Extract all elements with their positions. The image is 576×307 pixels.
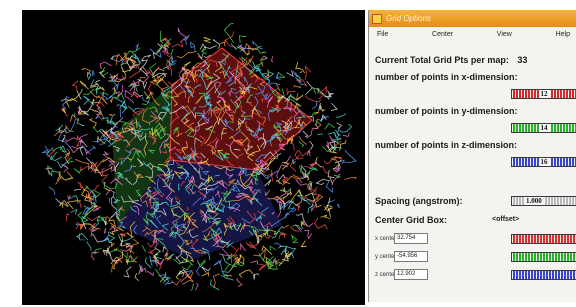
spacing-thumbwheel[interactable]: 1.000 <box>511 196 576 206</box>
menu-view[interactable]: View <box>497 31 512 43</box>
grid-options-window: Grid Options File Center View Help Curre… <box>368 10 576 302</box>
x-dimension-thumbwheel[interactable]: 12 <box>511 89 576 99</box>
y-center-thumbwheel[interactable] <box>511 252 576 262</box>
z-dimension-label: number of points in z-dimension: <box>375 140 517 150</box>
z-dimension-thumbwheel[interactable]: 16 <box>511 157 576 167</box>
window-title: Grid Options <box>386 14 431 23</box>
menubar: File Center View Help <box>369 27 576 43</box>
x-center-input[interactable]: 32.754 <box>394 233 428 244</box>
x-dimension-label: number of points in x-dimension: <box>375 72 518 82</box>
menu-center[interactable]: Center <box>432 31 453 43</box>
offset-label: <offset> <box>492 216 520 223</box>
total-grid-points-value: 33 <box>517 55 528 65</box>
total-grid-points: Current Total Grid Pts per map: 33 <box>375 55 527 65</box>
y-center-input[interactable]: -54.956 <box>394 251 428 262</box>
app-icon <box>372 13 382 24</box>
x-dimension-value: 12 <box>538 90 550 98</box>
window-titlebar[interactable]: Grid Options <box>369 10 576 27</box>
spacing-label: Spacing (angstrom): <box>375 196 463 206</box>
spacing-value: 1.000 <box>524 197 544 205</box>
total-grid-points-label: Current Total Grid Pts per map: <box>375 55 509 65</box>
center-grid-box-label: Center Grid Box: <box>375 215 448 225</box>
y-dimension-label: number of points in y-dimension: <box>375 106 518 116</box>
molecule-render <box>41 23 357 291</box>
x-center-thumbwheel[interactable] <box>511 234 576 244</box>
y-dimension-value: 14 <box>538 124 550 132</box>
molecule-viewer[interactable] <box>22 10 365 305</box>
z-center-thumbwheel[interactable] <box>511 270 576 280</box>
z-dimension-value: 16 <box>538 158 550 166</box>
menu-help[interactable]: Help <box>556 31 570 43</box>
z-center-input[interactable]: 12.902 <box>394 269 428 280</box>
y-dimension-thumbwheel[interactable]: 14 <box>511 123 576 133</box>
menu-file[interactable]: File <box>377 31 388 43</box>
